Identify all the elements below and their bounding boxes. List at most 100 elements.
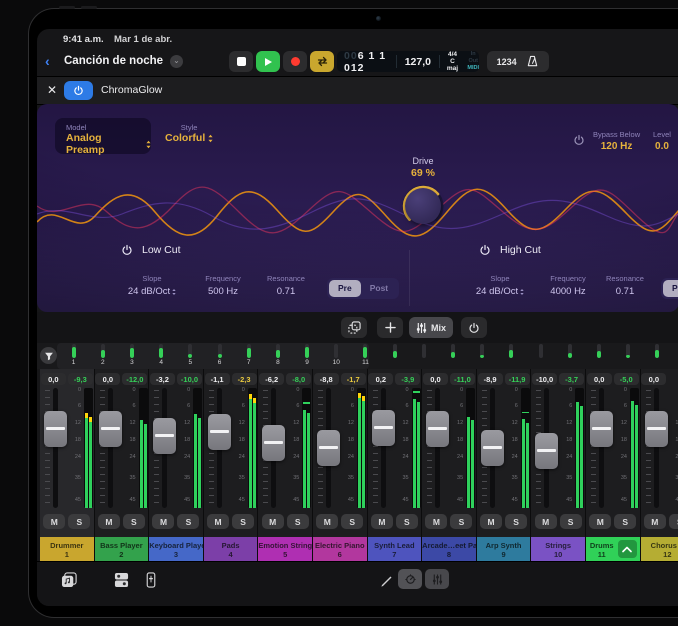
- fader-db-readout[interactable]: -3,2: [150, 373, 175, 385]
- fader-db-readout[interactable]: 0,0: [41, 373, 66, 385]
- solo-button[interactable]: S: [505, 514, 527, 529]
- track-name-plate[interactable]: Emotion Strings 5: [258, 537, 312, 561]
- close-icon[interactable]: ✕: [45, 83, 59, 97]
- navigator-slot[interactable]: [438, 344, 467, 367]
- solo-button[interactable]: S: [177, 514, 199, 529]
- model-select[interactable]: Model Analog Preamp: [55, 118, 151, 154]
- mute-button[interactable]: M: [43, 514, 65, 529]
- fader-db-readout[interactable]: -8,8: [314, 373, 339, 385]
- mute-button[interactable]: M: [207, 514, 229, 529]
- drive-knob[interactable]: [400, 183, 446, 229]
- navigator-slot[interactable]: 10: [322, 344, 351, 367]
- track-name-plate[interactable]: Arp Synth 9: [477, 537, 531, 561]
- fader-cap[interactable]: [153, 418, 176, 454]
- fader-db-readout[interactable]: -10,0: [532, 373, 557, 385]
- navigator-slot[interactable]: [380, 344, 409, 367]
- navigator-slot[interactable]: 2: [88, 344, 117, 367]
- pre-option[interactable]: Pre: [329, 280, 361, 297]
- solo-button[interactable]: S: [287, 514, 309, 529]
- fader-cap[interactable]: [372, 410, 395, 446]
- solo-button[interactable]: S: [396, 514, 418, 529]
- high-cut-slope[interactable]: Slope 24 dB/Oct: [461, 274, 539, 297]
- fader-db-readout[interactable]: 0,0: [95, 373, 120, 385]
- fader-cap[interactable]: [317, 430, 340, 466]
- high-cut-resonance[interactable]: Resonance 0.71: [597, 274, 653, 297]
- solo-button[interactable]: S: [68, 514, 90, 529]
- low-cut-frequency[interactable]: Frequency 500 Hz: [191, 274, 255, 297]
- solo-button[interactable]: S: [614, 514, 636, 529]
- solo-button[interactable]: S: [232, 514, 254, 529]
- song-menu-chevron-icon[interactable]: ⌄: [170, 55, 183, 68]
- lcd-display[interactable]: 006 1 1 012 127,0 4/4 C maj In Out MIDI: [337, 51, 479, 72]
- navigator-slot[interactable]: 9: [293, 344, 322, 367]
- navigator-slot[interactable]: 6: [205, 344, 234, 367]
- track-name-plate[interactable]: Bass Player 2: [95, 537, 149, 561]
- bypass-below-control[interactable]: Bypass Below 120 Hz: [593, 130, 640, 152]
- channel-strip-button[interactable]: [141, 570, 161, 590]
- fader-db-readout[interactable]: -8,9: [478, 373, 503, 385]
- collapse-plugin-button[interactable]: [618, 540, 637, 558]
- mute-button[interactable]: M: [316, 514, 338, 529]
- fader-db-readout[interactable]: -6,2: [259, 373, 284, 385]
- fader-db-readout[interactable]: 0,2: [368, 373, 393, 385]
- knob-view-button[interactable]: [398, 569, 422, 589]
- play-button[interactable]: [256, 51, 280, 72]
- mute-button[interactable]: M: [480, 514, 502, 529]
- solo-button[interactable]: S: [560, 514, 582, 529]
- cycle-button[interactable]: [310, 51, 334, 72]
- fader-cap[interactable]: [590, 411, 613, 447]
- mute-button[interactable]: M: [262, 514, 284, 529]
- track-name-plate[interactable]: Arcade…eet Pad 8: [422, 537, 476, 561]
- navigator-slot[interactable]: [614, 344, 643, 367]
- navigator-slot[interactable]: [409, 344, 438, 367]
- song-title[interactable]: Canción de noche: [64, 55, 163, 67]
- duplicate-button[interactable]: [341, 317, 367, 338]
- bypass-power-button[interactable]: [573, 134, 585, 146]
- track-name-plate[interactable]: Keyboard Player 3: [149, 537, 203, 561]
- navigator-slot[interactable]: [468, 344, 497, 367]
- track-name-plate[interactable]: Chorus V 12: [641, 537, 678, 561]
- mute-button[interactable]: M: [644, 514, 666, 529]
- style-select[interactable]: Style Colorful: [165, 123, 213, 144]
- post-option[interactable]: Post: [361, 280, 397, 297]
- loops-browser-button[interactable]: [59, 570, 79, 590]
- solo-button[interactable]: S: [341, 514, 363, 529]
- plugins-button[interactable]: [111, 570, 131, 590]
- mute-button[interactable]: M: [425, 514, 447, 529]
- record-button[interactable]: [283, 51, 307, 72]
- mute-button[interactable]: M: [371, 514, 393, 529]
- low-cut-resonance[interactable]: Resonance 0.71: [255, 274, 317, 297]
- navigator-slot[interactable]: 8: [263, 344, 292, 367]
- fader-db-readout[interactable]: -1,1: [205, 373, 230, 385]
- mixer-power-button[interactable]: [461, 317, 487, 338]
- high-cut-frequency[interactable]: Frequency 4000 Hz: [539, 274, 597, 297]
- fader-db-readout[interactable]: 0,0: [587, 373, 612, 385]
- mute-button[interactable]: M: [152, 514, 174, 529]
- fader-cap[interactable]: [535, 433, 558, 469]
- plugin-power-button[interactable]: [64, 81, 93, 100]
- navigator-slot[interactable]: 3: [117, 344, 146, 367]
- navigator-slot[interactable]: 4: [147, 344, 176, 367]
- fader-cap[interactable]: [481, 430, 504, 466]
- navigator-slot[interactable]: 11: [351, 344, 380, 367]
- metronome-icon[interactable]: [526, 55, 539, 68]
- back-chevron-icon[interactable]: ‹: [45, 53, 50, 69]
- fader-cap[interactable]: [99, 411, 122, 447]
- track-name-plate[interactable]: Electric Piano 6: [313, 537, 367, 561]
- mute-button[interactable]: M: [589, 514, 611, 529]
- fader-db-readout[interactable]: 0,0: [423, 373, 448, 385]
- navigator-slot[interactable]: [643, 344, 672, 367]
- fader-cap[interactable]: [645, 411, 668, 447]
- fader-cap[interactable]: [44, 411, 67, 447]
- navigator-slot[interactable]: 1: [59, 344, 88, 367]
- navigator-slot[interactable]: [584, 344, 613, 367]
- filter-button[interactable]: [40, 347, 57, 364]
- fader-cap[interactable]: [262, 425, 285, 461]
- navigator-slot[interactable]: [497, 344, 526, 367]
- level-control[interactable]: Level 0.0: [653, 130, 671, 152]
- high-cut-power-button[interactable]: [479, 244, 491, 256]
- faders-view-button[interactable]: [425, 569, 449, 589]
- add-track-button[interactable]: [377, 317, 403, 338]
- track-name-plate[interactable]: Synth Lead 7: [368, 537, 422, 561]
- stop-button[interactable]: [229, 51, 253, 72]
